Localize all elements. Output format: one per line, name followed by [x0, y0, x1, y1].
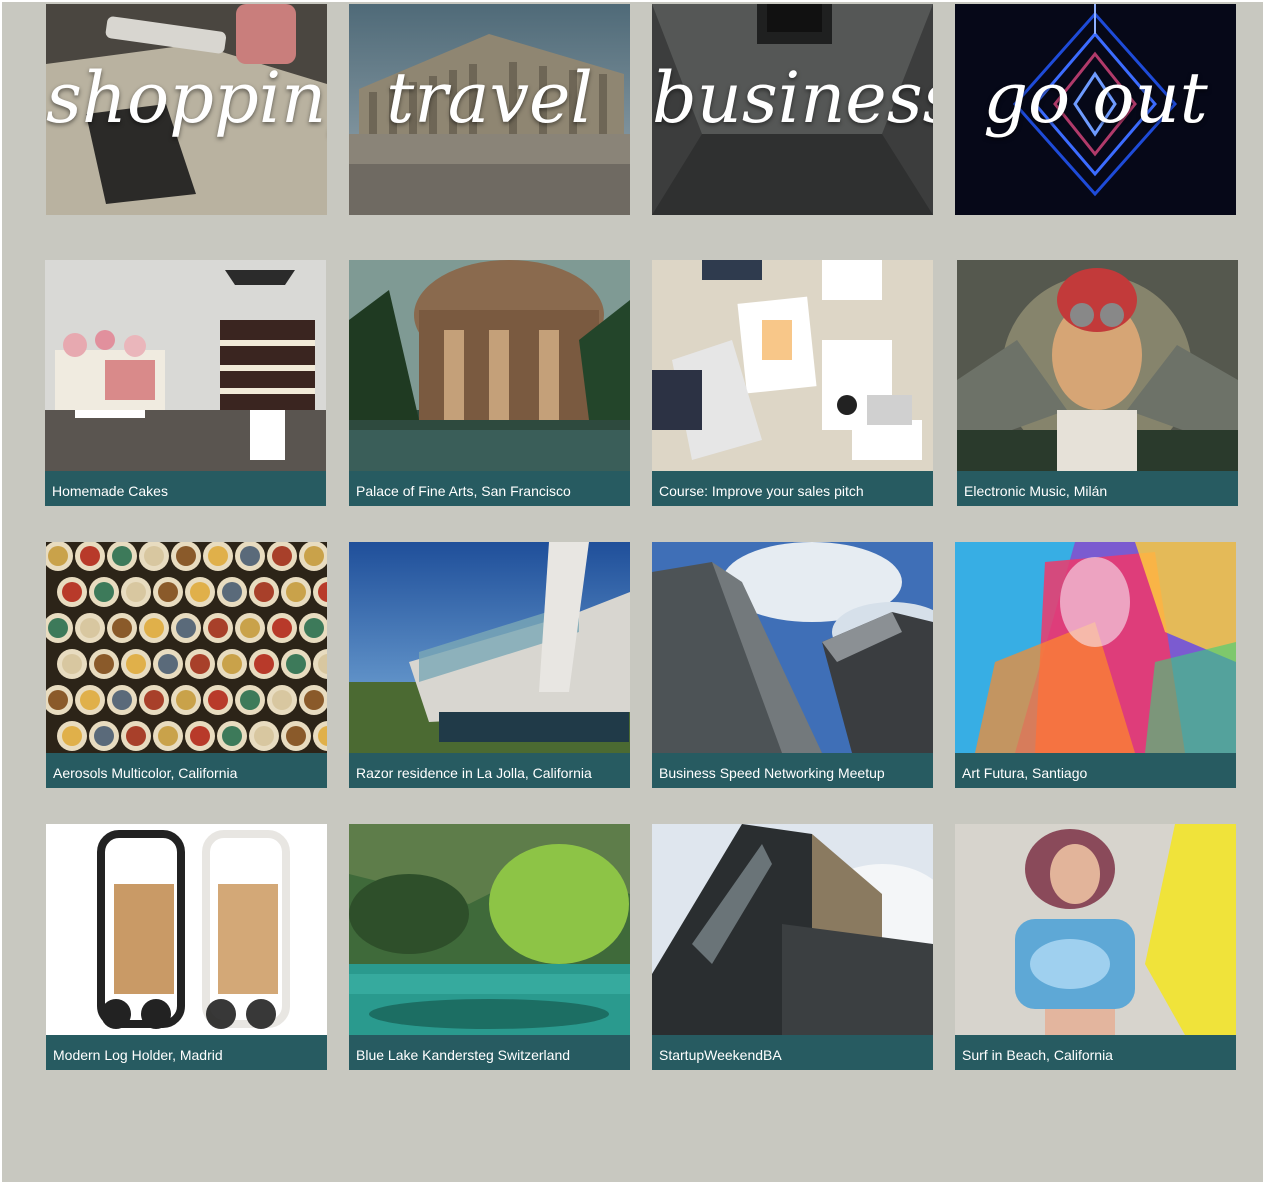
palace-photo: [349, 260, 630, 471]
card-caption: Modern Log Holder, Madrid: [53, 1047, 223, 1063]
event-card[interactable]: Art Futura, Santiago: [955, 542, 1236, 788]
event-card[interactable]: Surf in Beach, California: [955, 824, 1236, 1070]
category-label: go out: [983, 57, 1208, 139]
card-caption: Art Futura, Santiago: [962, 765, 1088, 781]
category-tile-go-out[interactable]: go out: [955, 4, 1236, 215]
event-card[interactable]: Palace of Fine Arts, San Francisco: [349, 260, 630, 506]
spray-caps-photo: [46, 542, 327, 753]
office-building-photo: [652, 824, 933, 1035]
category-tile-shopping[interactable]: shopping: [46, 4, 327, 215]
cakes-photo: [45, 260, 326, 471]
category-label: shopping: [46, 57, 327, 139]
meeting-photo: [652, 260, 933, 471]
event-card[interactable]: Modern Log Holder, Madrid: [46, 824, 327, 1070]
card-caption: StartupWeekendBA: [659, 1047, 782, 1063]
skyscrapers-photo: [652, 542, 933, 753]
log-holder-photo: [46, 824, 327, 1035]
modern-house-photo: [349, 542, 630, 753]
category-tile-business[interactable]: business: [652, 4, 933, 215]
event-card[interactable]: Homemade Cakes: [45, 260, 326, 506]
card-caption: Business Speed Networking Meetup: [659, 765, 885, 781]
card-caption: Palace of Fine Arts, San Francisco: [356, 483, 571, 499]
event-card[interactable]: Business Speed Networking Meetup: [652, 542, 933, 788]
abstract-art-photo: [955, 542, 1236, 753]
lake-photo: [349, 824, 630, 1035]
category-label: travel: [386, 57, 593, 139]
category-tile-travel[interactable]: travel: [349, 4, 630, 215]
page-frame: shopping: [2, 2, 1263, 1182]
event-card[interactable]: Electronic Music, Milán: [957, 260, 1238, 506]
card-caption: Razor residence in La Jolla, California: [356, 765, 592, 781]
category-label: business: [652, 57, 933, 139]
card-caption: Course: Improve your sales pitch: [659, 483, 864, 499]
helmet-girl-photo: [957, 260, 1238, 471]
event-card[interactable]: Blue Lake Kandersteg Switzerland: [349, 824, 630, 1070]
event-card[interactable]: Aerosols Multicolor, California: [46, 542, 327, 788]
surfer-photo: [955, 824, 1236, 1035]
card-caption: Blue Lake Kandersteg Switzerland: [356, 1047, 571, 1063]
event-card[interactable]: Course: Improve your sales pitch: [652, 260, 933, 506]
card-caption: Electronic Music, Milán: [964, 483, 1108, 499]
event-card[interactable]: StartupWeekendBA: [652, 824, 933, 1070]
card-caption: Homemade Cakes: [52, 483, 168, 499]
card-caption: Aerosols Multicolor, California: [53, 765, 238, 781]
event-card[interactable]: Razor residence in La Jolla, California: [349, 542, 630, 788]
card-caption: Surf in Beach, California: [962, 1047, 1113, 1063]
